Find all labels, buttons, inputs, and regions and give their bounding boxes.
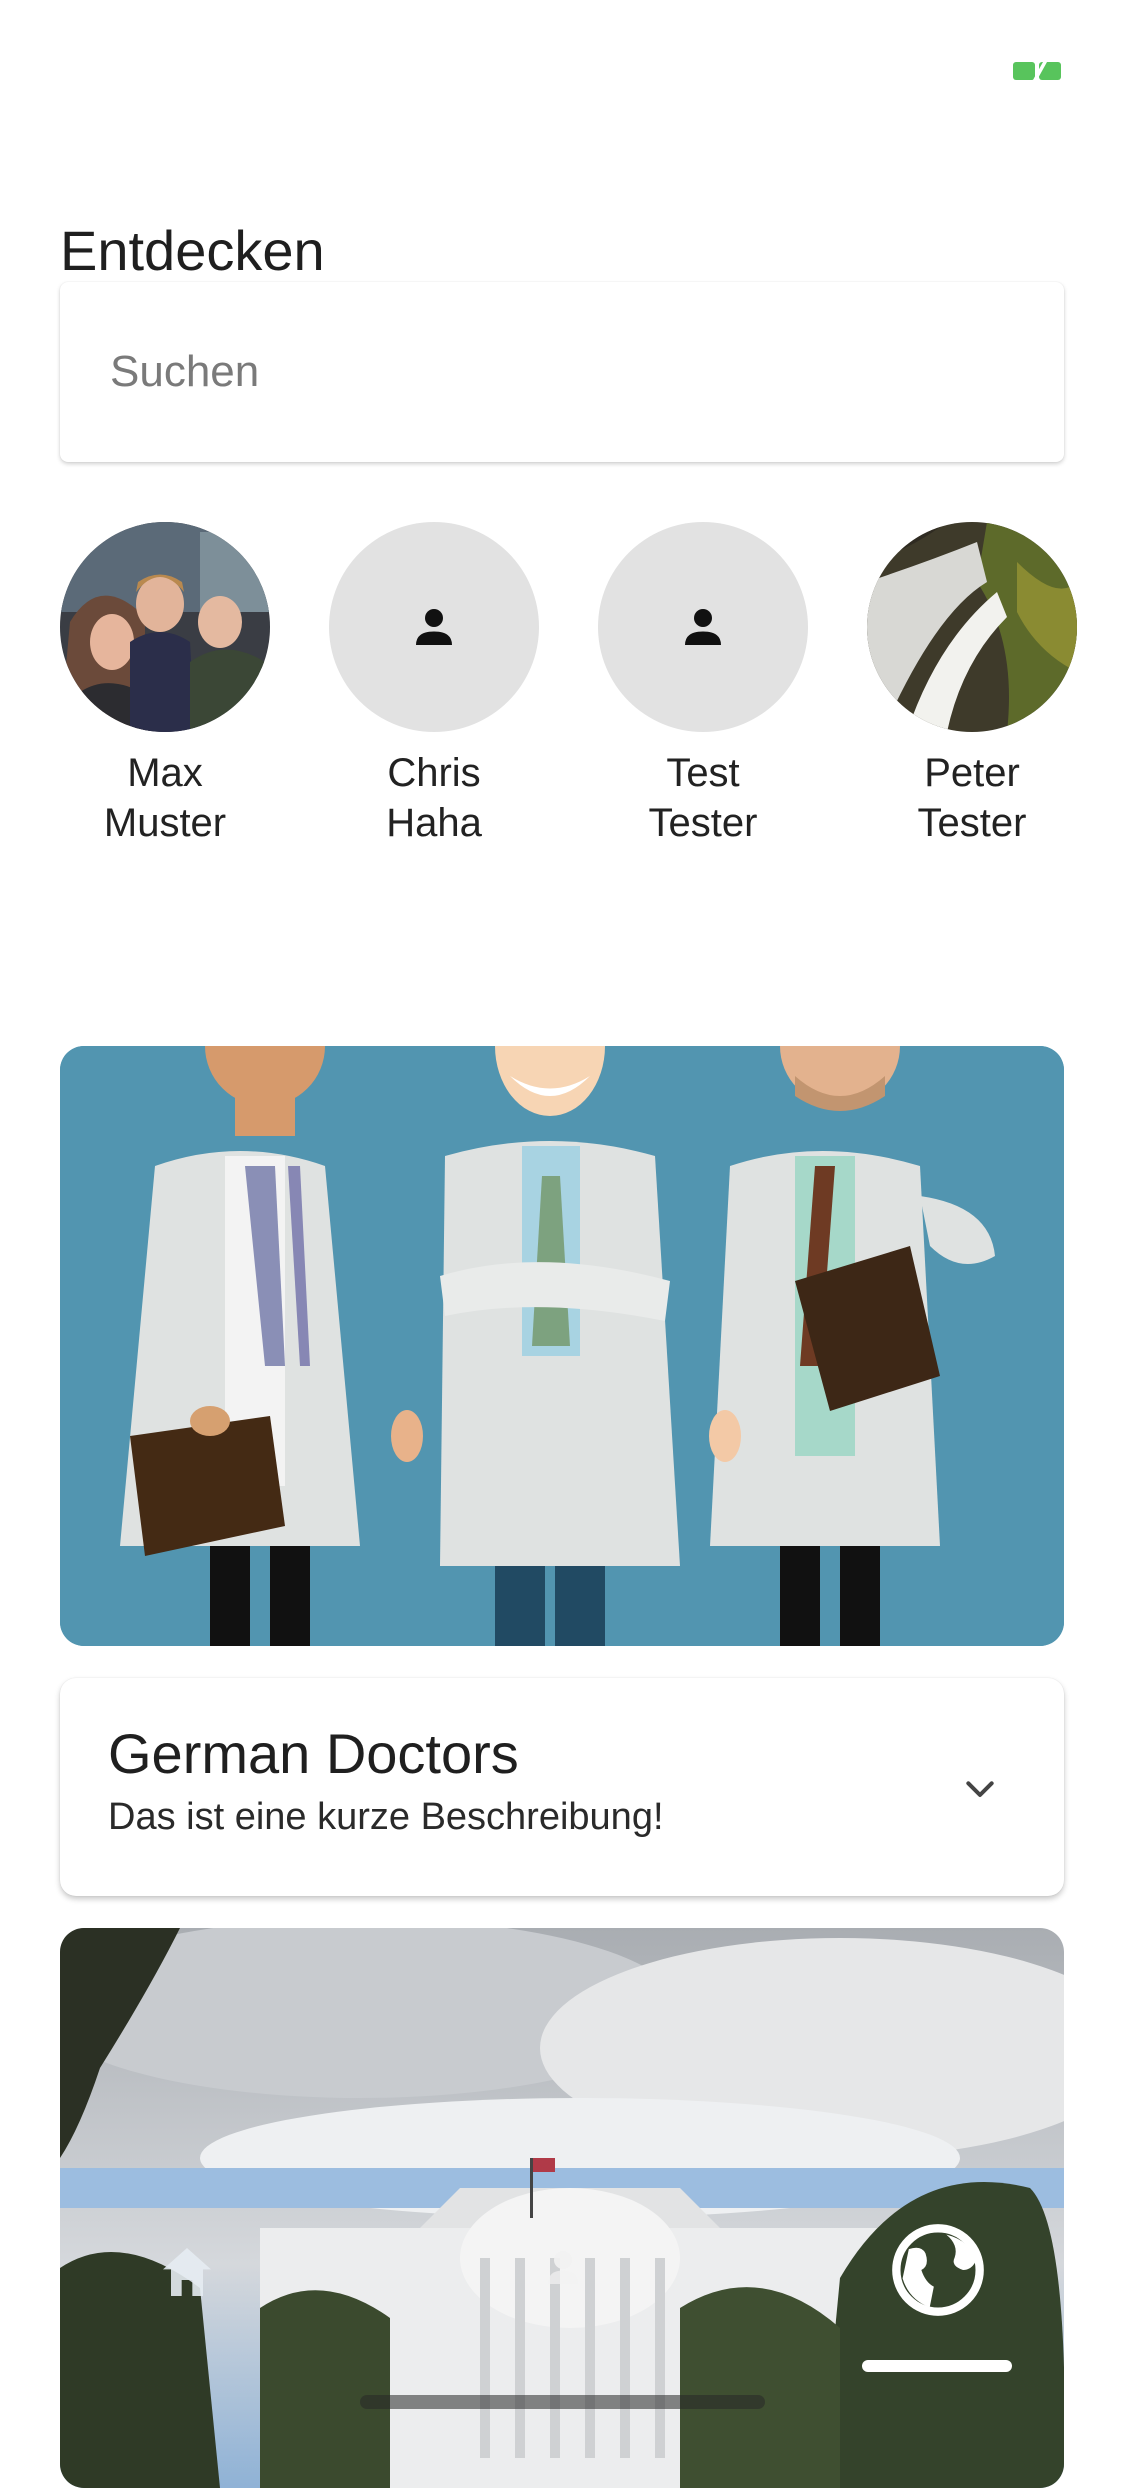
person-icon bbox=[685, 609, 721, 645]
search-input[interactable] bbox=[108, 346, 1064, 398]
person-first-name: Test bbox=[666, 751, 740, 795]
person-last-name: Tester bbox=[648, 801, 758, 845]
person-icon[interactable] bbox=[545, 2248, 581, 2284]
page-title: Entdecken bbox=[60, 218, 325, 282]
person-first-name: Chris bbox=[387, 751, 481, 795]
avatar[interactable] bbox=[329, 522, 539, 732]
card-title: German Doctors bbox=[108, 1722, 519, 1785]
avatar[interactable] bbox=[60, 522, 270, 732]
person-first-name: Peter bbox=[924, 751, 1020, 795]
globe-icon[interactable] bbox=[888, 2220, 988, 2320]
person-first-name: Max bbox=[127, 751, 203, 795]
person-last-name: Tester bbox=[917, 801, 1027, 845]
person-last-name: Haha bbox=[386, 801, 482, 845]
avatar[interactable] bbox=[867, 522, 1077, 732]
featured-card-info[interactable]: German Doctors Das ist eine kurze Beschr… bbox=[60, 1678, 1064, 1896]
doctors-illustration bbox=[60, 1046, 1064, 1646]
home-icon[interactable] bbox=[155, 2240, 219, 2304]
chevron-down-icon[interactable] bbox=[960, 1770, 1000, 1810]
person-peter-tester[interactable]: Peter Tester bbox=[867, 522, 1077, 848]
person-icon bbox=[416, 609, 452, 645]
person-chris-haha[interactable]: Chris Haha bbox=[329, 522, 539, 848]
home-indicator[interactable] bbox=[360, 2395, 765, 2409]
active-tab-indicator bbox=[862, 2360, 1012, 2372]
people-list[interactable]: Max Muster Chris Haha Test Tester Peter … bbox=[60, 522, 1125, 852]
avatar[interactable] bbox=[598, 522, 808, 732]
search-field[interactable] bbox=[60, 282, 1064, 462]
person-test-tester[interactable]: Test Tester bbox=[598, 522, 808, 848]
battery-icon bbox=[1013, 62, 1061, 80]
person-last-name: Muster bbox=[103, 801, 227, 845]
featured-card-image[interactable] bbox=[60, 1046, 1064, 1646]
card-description: Das ist eine kurze Beschreibung! bbox=[108, 1796, 664, 1838]
person-max-muster[interactable]: Max Muster bbox=[60, 522, 270, 848]
